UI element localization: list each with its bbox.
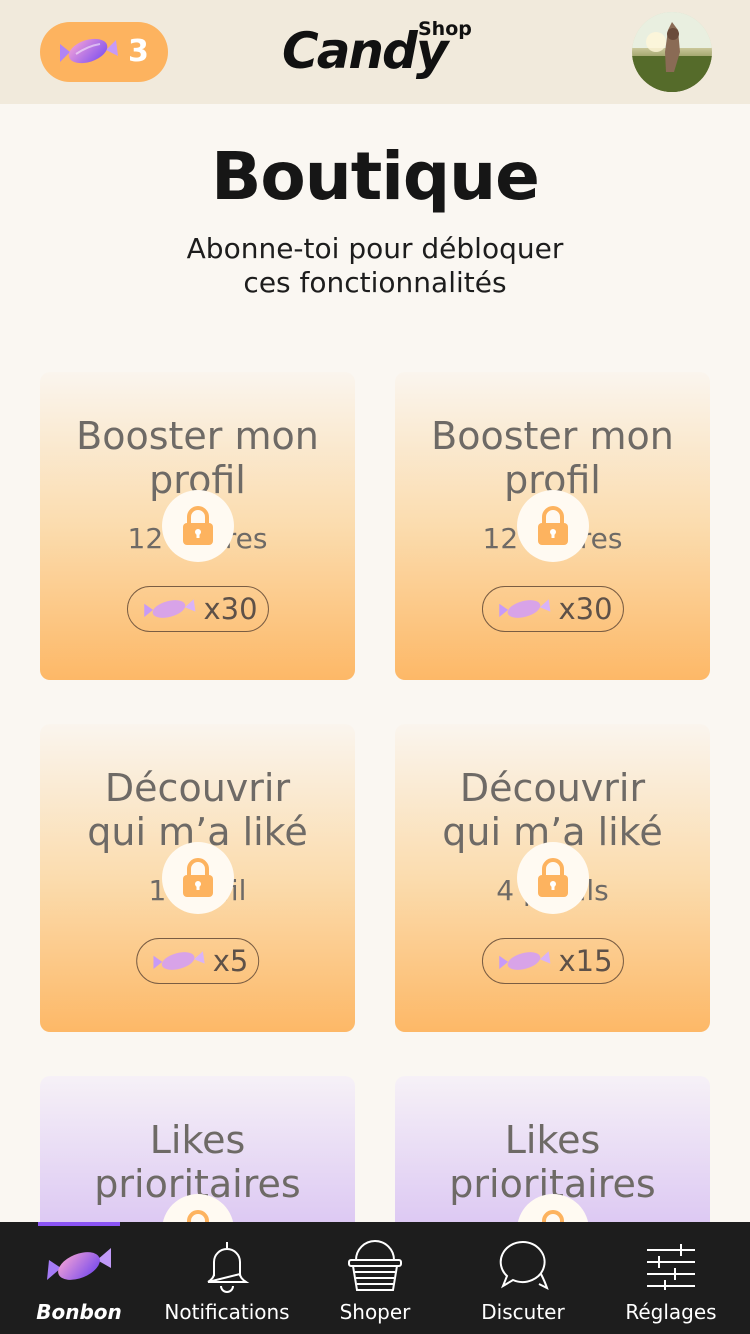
price-amount: x30 [558, 592, 613, 626]
top-bar: 3 Candy Shop [0, 0, 750, 104]
nav-label: Shoper [339, 1300, 411, 1324]
nav-label: Bonbon [36, 1300, 122, 1324]
price-amount: x5 [212, 944, 249, 978]
candy-balance-button[interactable]: 3 [40, 22, 168, 82]
candy-shop-logo: Candy Shop [282, 18, 472, 88]
bottom-nav: Bonbon Notifications Shoper Discuter Rég… [0, 1222, 750, 1334]
basket-icon [346, 1236, 404, 1296]
card-boost-profile[interactable]: Booster mon profil 12 heures x30 [40, 372, 355, 680]
price-amount: x15 [558, 944, 613, 978]
card-title: Likes prioritaires [395, 1118, 710, 1206]
card-title: Booster mon profil [40, 414, 355, 502]
chat-bubbles-icon [495, 1236, 551, 1296]
candy-icon [45, 1236, 113, 1296]
lock-icon [517, 490, 589, 562]
card-who-liked-me[interactable]: Découvrir qui m’a liké 1 profil x5 [40, 724, 355, 1032]
nav-item-notifications[interactable]: Notifications [152, 1222, 302, 1334]
price-badge: x15 [481, 938, 624, 984]
card-title-line: Likes [504, 1118, 601, 1162]
lock-icon [162, 842, 234, 914]
card-title-line: Découvrir [104, 766, 291, 810]
subtitle-line-2: ces fonctionnalités [243, 266, 507, 299]
card-title-line: Likes [149, 1118, 246, 1162]
card-title-line: Booster mon [76, 414, 319, 458]
price-amount: x30 [203, 592, 258, 626]
logo-sub: Shop [418, 18, 472, 40]
subtitle-line-1: Abonne-toi pour débloquer [186, 232, 564, 265]
card-title: Découvrir qui m’a liké [40, 766, 355, 854]
candy-icon [152, 951, 205, 970]
nav-label: Réglages [625, 1300, 717, 1324]
candy-icon [60, 38, 118, 64]
card-title: Booster mon profil [395, 414, 710, 502]
price-badge: x30 [481, 586, 624, 632]
candy-icon [498, 951, 550, 970]
bell-icon [202, 1236, 252, 1296]
nav-item-reglages[interactable]: Réglages [596, 1222, 746, 1334]
card-title-line: Booster mon [431, 414, 674, 458]
lock-icon [162, 490, 234, 562]
sliders-icon [645, 1236, 697, 1296]
card-title: Likes prioritaires [40, 1118, 355, 1206]
card-boost-profile[interactable]: Booster mon profil 12 heures x30 [395, 372, 710, 680]
nav-label: Notifications [164, 1300, 290, 1324]
page-title: Boutique [211, 138, 540, 215]
candy-count: 3 [128, 34, 149, 69]
avatar[interactable] [632, 12, 712, 92]
price-badge: x5 [135, 938, 260, 984]
avatar-photo [632, 12, 712, 92]
card-title-line: Découvrir [459, 766, 646, 810]
nav-item-discuter[interactable]: Discuter [448, 1222, 598, 1334]
nav-item-shoper[interactable]: Shoper [300, 1222, 450, 1334]
nav-label: Discuter [481, 1300, 565, 1324]
card-title: Découvrir qui m’a liké [395, 766, 710, 854]
nav-item-bonbon[interactable]: Bonbon [4, 1222, 154, 1334]
candy-icon [143, 599, 195, 618]
candy-icon [498, 599, 550, 618]
card-who-liked-me[interactable]: Découvrir qui m’a liké 4 profils x15 [395, 724, 710, 1032]
lock-icon [517, 842, 589, 914]
page-subtitle: Abonne-toi pour débloquer ces fonctionna… [0, 232, 750, 300]
screen: 3 Candy Shop Boutique Abonne-toi pour dé… [0, 0, 750, 1334]
price-badge: x30 [126, 586, 269, 632]
